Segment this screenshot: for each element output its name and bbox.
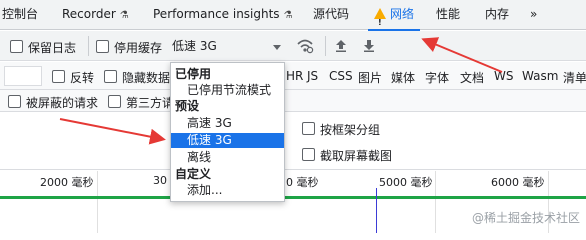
- red-arrow-slow-3g: [59, 118, 166, 145]
- annotation-arrows: [59, 37, 503, 145]
- red-arrow-network-tab: [421, 37, 503, 73]
